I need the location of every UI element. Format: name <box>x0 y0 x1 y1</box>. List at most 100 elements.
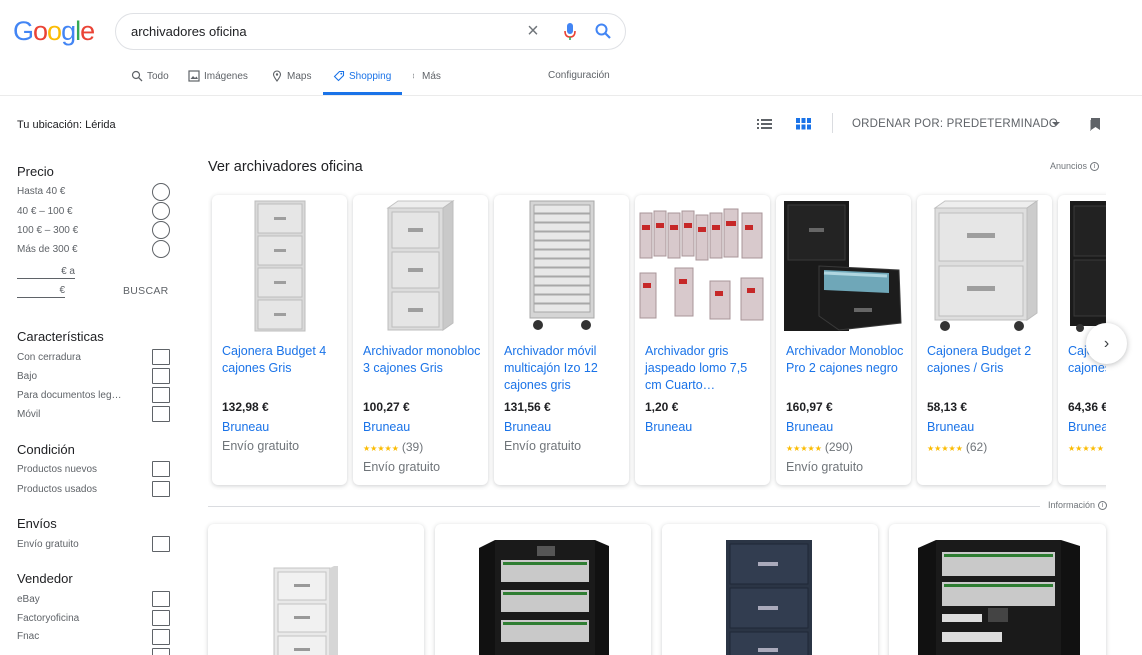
product-image[interactable] <box>917 195 1052 335</box>
logo-letter: g <box>61 16 76 46</box>
product-title[interactable]: Archivador móvil multicajón Izo 12 cajon… <box>504 343 622 394</box>
condition-option[interactable]: Productos usados <box>17 484 97 495</box>
tab-imagenes[interactable]: Imágenes <box>188 70 248 82</box>
feature-option[interactable]: Para documentos leg… <box>17 390 122 401</box>
seller-checkbox[interactable] <box>152 648 170 655</box>
tab-maps[interactable]: Maps <box>271 70 311 82</box>
product-image[interactable] <box>353 195 488 335</box>
product-card[interactable]: Archivador monobloc 3 cajones Gris 100,2… <box>353 195 488 485</box>
product-image[interactable] <box>635 195 770 335</box>
product-seller[interactable]: Bruneau <box>1068 420 1106 434</box>
seller-option[interactable]: eBay <box>17 594 40 605</box>
search-icon[interactable] <box>594 22 612 40</box>
price-radio[interactable] <box>152 183 170 201</box>
condition-checkbox[interactable] <box>152 461 170 477</box>
price-min-suffix: € a <box>61 266 75 277</box>
shipping-option[interactable]: Envío gratuito <box>17 539 79 550</box>
product-image[interactable] <box>776 195 911 335</box>
product-seller[interactable]: Bruneau <box>645 420 692 434</box>
feature-option[interactable]: Móvil <box>17 409 40 420</box>
box-files-image <box>639 208 764 320</box>
product-seller[interactable]: Bruneau <box>504 420 551 434</box>
location-text[interactable]: Tu ubicación: Lérida <box>17 119 116 131</box>
tab-todo[interactable]: Todo <box>131 70 169 82</box>
product-card[interactable]: Archivador Monobloc Pro 2 cajones negro … <box>776 195 911 485</box>
seller-option[interactable]: Fnac <box>17 631 39 642</box>
result-card[interactable] <box>889 524 1106 655</box>
tab-mas[interactable]: Más <box>412 70 441 82</box>
result-card[interactable] <box>208 524 424 655</box>
google-logo[interactable]: Google <box>13 16 95 47</box>
product-seller[interactable]: Bruneau <box>363 420 410 434</box>
map-pin-icon <box>272 70 282 82</box>
product-title[interactable]: Archivador Monobloc Pro 2 cajones negro <box>786 343 904 377</box>
price-option[interactable]: Más de 300 € <box>17 244 78 255</box>
tab-label: Shopping <box>349 70 392 82</box>
price-radio[interactable] <box>152 202 170 220</box>
feature-option[interactable]: Con cerradura <box>17 352 81 363</box>
search-box[interactable]: archivadores oficina × <box>115 13 626 50</box>
grid-view-icon[interactable] <box>795 117 812 131</box>
settings-link[interactable]: Configuración <box>548 70 610 81</box>
price-max-field[interactable]: € <box>17 285 65 298</box>
carousel-next-button[interactable]: › <box>1086 323 1127 364</box>
price-option[interactable]: 100 € – 300 € <box>17 225 78 236</box>
seller-checkbox[interactable] <box>152 591 170 607</box>
result-card[interactable] <box>662 524 878 655</box>
price-option[interactable]: Hasta 40 € <box>17 186 65 197</box>
info-label[interactable]: Información i <box>1048 500 1108 510</box>
sort-dropdown[interactable]: ORDENAR POR: PREDETERMINADO <box>852 118 1058 130</box>
section-title: Ver archivadores oficina <box>208 159 363 175</box>
feature-checkbox[interactable] <box>152 406 170 422</box>
feature-option[interactable]: Bajo <box>17 371 37 382</box>
logo-letter: o <box>33 16 48 46</box>
product-title[interactable]: Cajonera Budget 4 cajones Gris <box>222 343 340 377</box>
price-radio[interactable] <box>152 221 170 239</box>
condition-option[interactable]: Productos nuevos <box>17 464 97 475</box>
product-card[interactable]: Cajonera Budget 4 cajones Gris 132,98 € … <box>212 195 347 485</box>
result-card[interactable] <box>435 524 651 655</box>
price-min-field[interactable]: € a <box>17 266 75 279</box>
ads-label[interactable]: Anuncios i <box>1050 161 1100 171</box>
product-shipping: Envío gratuito <box>363 460 441 474</box>
product-image[interactable] <box>1058 195 1106 335</box>
seller-option[interactable]: Factoryoficina <box>17 613 79 624</box>
info-icon: i <box>1098 500 1108 510</box>
product-image[interactable] <box>212 195 347 335</box>
tab-shopping[interactable]: Shopping <box>333 70 391 82</box>
shipping-checkbox[interactable] <box>152 536 170 552</box>
condition-checkbox[interactable] <box>152 481 170 497</box>
product-carousel: Cajonera Budget 4 cajones Gris 132,98 € … <box>208 190 1106 490</box>
seller-checkbox[interactable] <box>152 610 170 626</box>
product-seller[interactable]: Bruneau <box>786 420 833 434</box>
review-count: (39) <box>401 440 424 454</box>
list-view-icon[interactable] <box>756 117 773 131</box>
price-option[interactable]: 40 € – 100 € <box>17 206 73 217</box>
search-icon <box>131 70 143 82</box>
seller-checkbox[interactable] <box>152 629 170 645</box>
microphone-icon[interactable] <box>563 22 577 42</box>
rating-stars: ★★★★★ <box>1068 444 1104 453</box>
product-card[interactable]: Archivador gris jaspeado lomo 7,5 cm Cua… <box>635 195 770 485</box>
price-radio[interactable] <box>152 240 170 258</box>
product-card[interactable]: Cajonera Budget 2 cajones / Gris 58,13 €… <box>917 195 1052 485</box>
product-rating: ★★★★★ (39) <box>363 440 423 454</box>
bookmark-icon[interactable] <box>1090 117 1101 131</box>
product-seller[interactable]: Bruneau <box>222 420 269 434</box>
product-title[interactable]: Archivador monobloc 3 cajones Gris <box>363 343 481 377</box>
header-divider <box>0 95 1142 96</box>
product-seller[interactable]: Bruneau <box>927 420 974 434</box>
clear-icon[interactable]: × <box>524 21 542 41</box>
cabinet-open-black-image <box>479 540 609 655</box>
features-heading: Características <box>17 329 104 344</box>
product-title[interactable]: Cajonera Budget 2 cajones / Gris <box>927 343 1045 377</box>
product-image[interactable] <box>494 195 629 335</box>
product-card[interactable]: Archivador móvil multicajón Izo 12 cajon… <box>494 195 629 485</box>
feature-checkbox[interactable] <box>152 387 170 403</box>
price-search-button[interactable]: BUSCAR <box>123 285 169 297</box>
chevron-down-icon[interactable] <box>1052 122 1060 126</box>
feature-checkbox[interactable] <box>152 368 170 384</box>
search-input[interactable]: archivadores oficina <box>131 24 247 39</box>
feature-checkbox[interactable] <box>152 349 170 365</box>
product-title[interactable]: Archivador gris jaspeado lomo 7,5 cm Cua… <box>645 343 763 394</box>
